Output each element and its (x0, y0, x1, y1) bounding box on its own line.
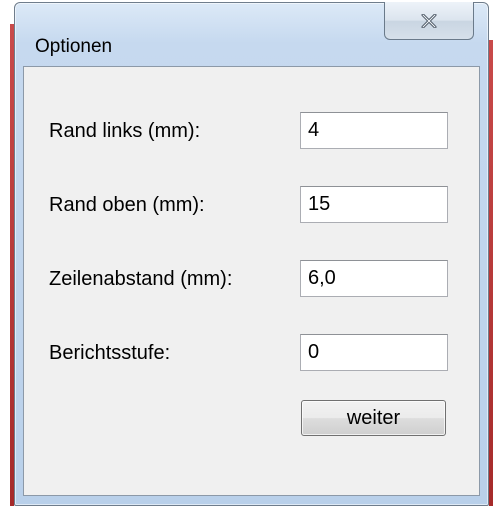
close-button[interactable] (384, 2, 474, 40)
label-rand-links: Rand links (mm): (49, 120, 201, 142)
rand-oben-input[interactable] (300, 186, 448, 223)
label-berichtsstufe: Berichtsstufe: (49, 342, 171, 364)
rand-links-input[interactable] (300, 112, 448, 149)
zeilenabstand-input[interactable] (300, 260, 448, 297)
dialog-content: Rand links (mm): Rand oben (mm): Zeilena… (23, 66, 480, 496)
title-bar[interactable]: Optionen (15, 2, 488, 65)
options-dialog: Optionen Rand links (mm): Rand oben (mm)… (14, 2, 489, 506)
label-zeilenabstand: Zeilenabstand (mm): (49, 268, 233, 290)
close-icon (421, 13, 437, 28)
dialog-title: Optionen (35, 36, 113, 57)
background-window-edge-right (489, 40, 493, 506)
weiter-button[interactable]: weiter (301, 400, 446, 436)
berichtsstufe-input[interactable] (300, 334, 448, 371)
label-rand-oben: Rand oben (mm): (49, 194, 205, 216)
